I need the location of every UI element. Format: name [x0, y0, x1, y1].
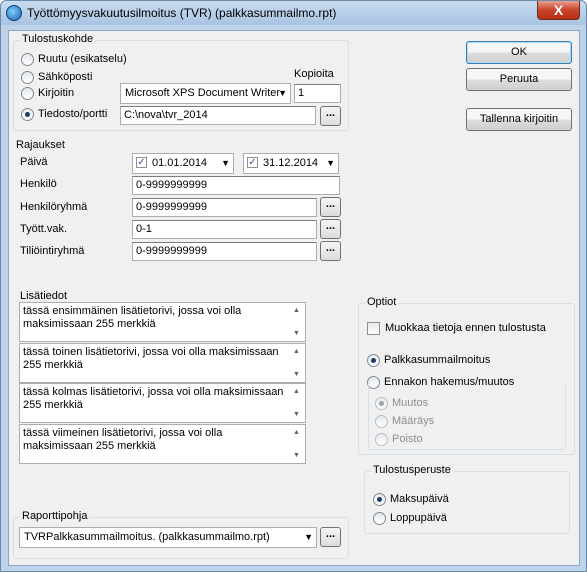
scroll-down-icon[interactable]: ▼ [293, 327, 300, 340]
radio-maarays[interactable] [375, 415, 388, 428]
tulostuskohde-title: Tulostuskohde [20, 33, 96, 45]
edit-before-print-label: Muokkaa tietoja ennen tulostusta [385, 322, 546, 334]
edit-before-print-checkbox[interactable] [367, 322, 380, 335]
cancel-button[interactable]: Peruuta [466, 68, 572, 91]
radio-kirjoitin-label: Kirjoitin [38, 87, 75, 99]
scroll-up-icon[interactable]: ▲ [293, 426, 300, 439]
lisatieto-text-3: tässä kolmas lisätietorivi, jossa voi ol… [23, 386, 284, 411]
henkiloryhma-label: Henkilöryhmä [20, 201, 88, 213]
file-browse-button[interactable]: ... [320, 106, 341, 126]
file-path-input[interactable]: C:\nova\tvr_2014 [120, 106, 316, 125]
scrollbar[interactable]: ▲ ▼ [292, 426, 304, 462]
raporttipohja-value: TVRPalkkasummailmoitus. (palkkasummailmo… [24, 531, 270, 543]
radio-palkkasummailmoitus[interactable] [367, 354, 380, 367]
tulostusperuste-title: Tulostusperuste [371, 464, 453, 476]
lisatieto-text-2: tässä toinen lisätietorivi, jossa voi ol… [23, 346, 279, 371]
raporttipohja-browse-button[interactable]: ... [320, 527, 341, 547]
copies-label: Kopioita [294, 68, 334, 80]
save-printer-button[interactable]: Tallenna kirjoitin [466, 108, 572, 131]
date-to-picker[interactable]: ✓ 31.12.2014 ▼ [243, 153, 339, 174]
henkiloryhma-browse-button[interactable]: ... [320, 197, 341, 217]
copies-input[interactable]: 1 [294, 84, 341, 103]
chevron-down-icon: ▼ [304, 532, 313, 542]
chevron-down-icon: ▼ [326, 158, 335, 168]
tyottvak-label: Tyött.vak. [20, 223, 68, 235]
radio-loppupaiva-label: Loppupäivä [390, 512, 447, 524]
radio-sahkoposti-label: Sähköposti [38, 71, 93, 83]
scroll-up-icon[interactable]: ▲ [293, 345, 300, 358]
dialog-window: Työttömyysvakuutusilmoitus (TVR) (palkka… [0, 0, 587, 572]
lisatieto-text-1: tässä ensimmäinen lisätietorivi, jossa v… [23, 305, 242, 330]
radio-tiedosto-label: Tiedosto/portti [38, 108, 108, 120]
tyottvak-browse-button[interactable]: ... [320, 219, 341, 239]
app-icon [6, 5, 22, 21]
lisatiedot-title: Lisätiedot [20, 290, 68, 302]
chevron-down-icon: ▼ [221, 158, 230, 168]
radio-loppupaiva[interactable] [373, 512, 386, 525]
title-bar[interactable]: Työttömyysvakuutusilmoitus (TVR) (palkka… [1, 1, 586, 25]
scrollbar[interactable]: ▲ ▼ [292, 304, 304, 340]
henkiloryhma-input[interactable]: 0-9999999999 [132, 198, 317, 217]
henkilo-label: Henkilö [20, 178, 57, 190]
henkilo-input[interactable]: 0-9999999999 [132, 176, 340, 195]
printer-select[interactable]: Microsoft XPS Document Writer ▼ [120, 83, 291, 104]
scroll-up-icon[interactable]: ▲ [293, 304, 300, 317]
lisatieto-textarea-1[interactable]: tässä ensimmäinen lisätietorivi, jossa v… [19, 302, 306, 342]
rajaukset-title: Rajaukset [14, 139, 67, 151]
scroll-down-icon[interactable]: ▼ [293, 368, 300, 381]
scrollbar[interactable]: ▲ ▼ [292, 345, 304, 381]
close-button[interactable]: X [537, 1, 580, 20]
tyottvak-input[interactable]: 0-1 [132, 220, 317, 239]
scroll-down-icon[interactable]: ▼ [293, 408, 300, 421]
scroll-down-icon[interactable]: ▼ [293, 449, 300, 462]
scroll-up-icon[interactable]: ▲ [293, 385, 300, 398]
radio-ruutu-label: Ruutu (esikatselu) [38, 53, 127, 65]
chevron-down-icon: ▼ [278, 88, 287, 98]
radio-palkkasummailmoitus-label: Palkkasummailmoitus [384, 354, 491, 366]
tiliointiryhma-label: Tiliöintiryhmä [20, 245, 85, 257]
paiva-label: Päivä [20, 156, 48, 168]
radio-sahkoposti[interactable] [21, 71, 34, 84]
date-from-value: 01.01.2014 [152, 157, 208, 169]
optiot-title: Optiot [365, 296, 399, 308]
radio-maksupaiva-label: Maksupäivä [390, 493, 449, 505]
scrollbar[interactable]: ▲ ▼ [292, 385, 304, 421]
date-from-checkbox[interactable]: ✓ [136, 157, 147, 168]
radio-maarays-label: Määräys [392, 415, 435, 427]
radio-poisto[interactable] [375, 433, 388, 446]
lisatieto-textarea-3[interactable]: tässä kolmas lisätietorivi, jossa voi ol… [19, 383, 306, 423]
dialog-body: Tulostuskohde Ruutu (esikatselu) Sähköpo… [8, 30, 580, 566]
date-from-picker[interactable]: ✓ 01.01.2014 ▼ [132, 153, 234, 174]
ok-button[interactable]: OK [466, 41, 572, 64]
tiliointiryhma-input[interactable]: 0-9999999999 [132, 242, 317, 261]
raporttipohja-select[interactable]: TVRPalkkasummailmoitus. (palkkasummailmo… [19, 527, 317, 548]
tiliointiryhma-browse-button[interactable]: ... [320, 241, 341, 261]
lisatieto-textarea-2[interactable]: tässä toinen lisätietorivi, jossa voi ol… [19, 343, 306, 383]
radio-poisto-label: Poisto [392, 433, 423, 445]
radio-maksupaiva[interactable] [373, 493, 386, 506]
radio-muutos[interactable] [375, 397, 388, 410]
radio-tiedosto[interactable] [21, 108, 34, 121]
lisatieto-textarea-4[interactable]: tässä viimeinen lisätietorivi, jossa voi… [19, 424, 306, 464]
radio-kirjoitin[interactable] [21, 87, 34, 100]
radio-ruutu[interactable] [21, 53, 34, 66]
lisatieto-text-4: tässä viimeinen lisätietorivi, jossa voi… [23, 427, 223, 452]
radio-muutos-label: Muutos [392, 397, 429, 409]
printer-select-value: Microsoft XPS Document Writer [125, 87, 281, 99]
date-to-checkbox[interactable]: ✓ [247, 157, 258, 168]
date-to-value: 31.12.2014 [263, 157, 319, 169]
window-title: Työttömyysvakuutusilmoitus (TVR) (palkka… [27, 6, 337, 20]
raporttipohja-title: Raporttipohja [20, 510, 90, 522]
